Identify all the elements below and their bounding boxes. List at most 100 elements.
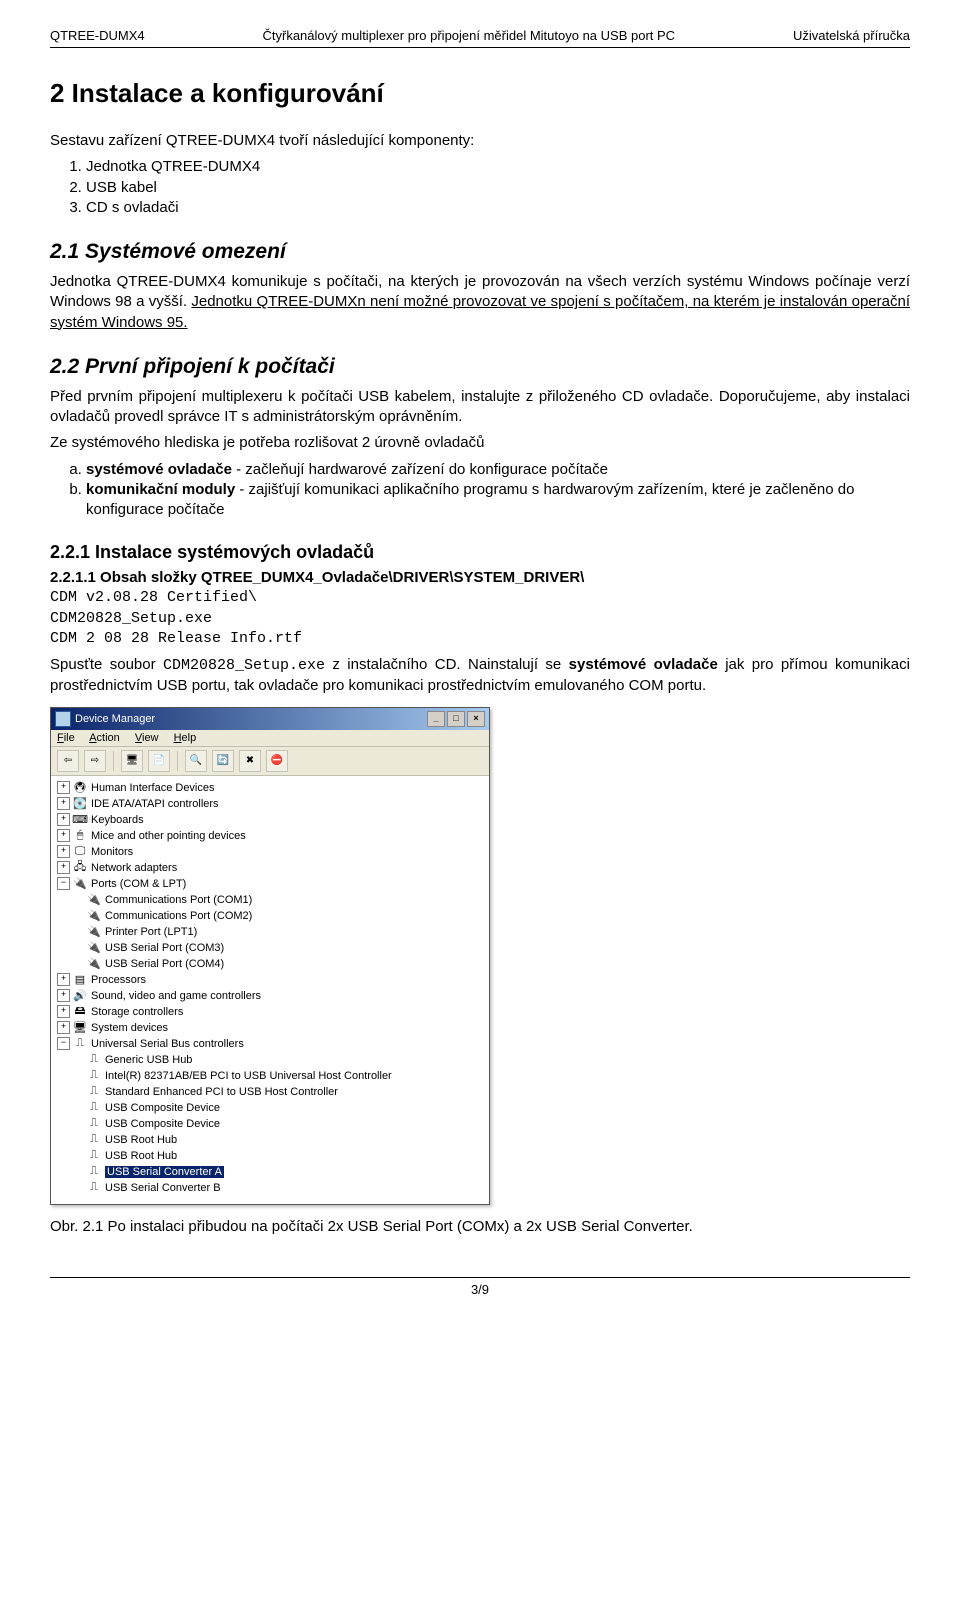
folder-line-3: CDM 2 08 28 Release Info.rtf	[50, 629, 910, 649]
toolbar-sep	[177, 751, 178, 771]
page-number: 3/9	[50, 1282, 910, 1297]
component-item-2: USB kabel	[86, 178, 910, 198]
driver-level-list: systémové ovladače - začleňují hardwarov…	[86, 460, 910, 521]
disable-icon[interactable]: ⛔	[266, 750, 288, 772]
section-2-title: 2 Instalace a konfigurování	[50, 78, 910, 109]
tree-item-usb-com3[interactable]: 🔌USB Serial Port (COM3)	[57, 940, 483, 956]
port-icon: 🔌	[87, 941, 101, 955]
tree-item-usb-controllers[interactable]: −⎍Universal Serial Bus controllers	[57, 1036, 483, 1052]
header-rule	[50, 47, 910, 48]
tree-item-system[interactable]: +🖥System devices	[57, 1020, 483, 1036]
driver-level-b: komunikační moduly - zajišťují komunikac…	[86, 480, 910, 521]
mouse-icon: 🖱	[73, 829, 87, 843]
usb-device-icon: ⎍	[87, 1181, 101, 1195]
folder-line-2: CDM20828_Setup.exe	[50, 609, 910, 629]
keyboard-icon: ⌨	[73, 813, 87, 827]
usb-device-icon: ⎍	[87, 1085, 101, 1099]
properties-icon[interactable]: 📄	[148, 750, 170, 772]
folder-listing: CDM v2.08.28 Certified\ CDM20828_Setup.e…	[50, 588, 910, 649]
port-icon: 🔌	[87, 957, 101, 971]
tree-item-sound[interactable]: +🔊Sound, video and game controllers	[57, 988, 483, 1004]
tree-item-mice[interactable]: +🖱Mice and other pointing devices	[57, 828, 483, 844]
driver-a-bold: systémové ovladače	[86, 461, 232, 478]
port-icon: 🔌	[87, 893, 101, 907]
usb-device-icon: ⎍	[87, 1101, 101, 1115]
tree-item-converter-b[interactable]: ⎍USB Serial Converter B	[57, 1180, 483, 1196]
dm-app-icon	[55, 711, 71, 727]
tree-item-std-host[interactable]: ⎍Standard Enhanced PCI to USB Host Contr…	[57, 1084, 483, 1100]
section-2-intro: Sestavu zařízení QTREE-DUMX4 tvoří násle…	[50, 131, 910, 151]
cpu-icon: ▤	[73, 973, 87, 987]
driver-level-a: systémové ovladače - začleňují hardwarov…	[86, 460, 910, 480]
tree-item-usb-com4[interactable]: 🔌USB Serial Port (COM4)	[57, 956, 483, 972]
back-button[interactable]: ⇦	[57, 750, 79, 772]
section-2-2-1-1-title: 2.2.1.1 Obsah složky QTREE_DUMX4_Ovladač…	[50, 569, 910, 586]
tree-item-root-hub-2[interactable]: ⎍USB Root Hub	[57, 1148, 483, 1164]
tree-item-generic-hub[interactable]: ⎍Generic USB Hub	[57, 1052, 483, 1068]
dm-title: Device Manager	[75, 713, 155, 725]
tree-item-composite-2[interactable]: ⎍USB Composite Device	[57, 1116, 483, 1132]
section-2-2-1-title: 2.2.1 Instalace systémových ovladačů	[50, 542, 910, 563]
tree-item-root-hub-1[interactable]: ⎍USB Root Hub	[57, 1132, 483, 1148]
forward-button[interactable]: ⇨	[84, 750, 106, 772]
tree-item-processors[interactable]: +▤Processors	[57, 972, 483, 988]
tree-item-keyboards[interactable]: +⌨Keyboards	[57, 812, 483, 828]
tree-item-hid[interactable]: +🖲Human Interface Devices	[57, 780, 483, 796]
system-icon: 🖥	[73, 1021, 87, 1035]
device-manager-window: Device Manager _ □ × File Action View He…	[50, 707, 490, 1205]
tree-item-com1[interactable]: 🔌Communications Port (COM1)	[57, 892, 483, 908]
tree-item-intel-host[interactable]: ⎍Intel(R) 82371AB/EB PCI to USB Universa…	[57, 1068, 483, 1084]
show-icon[interactable]: 🖥	[121, 750, 143, 772]
header-right: Uživatelská příručka	[793, 28, 910, 43]
menu-action[interactable]: Action	[89, 732, 120, 744]
dm-toolbar: ⇦ ⇨ 🖥 📄 🔍 🔄 ✖ ⛔	[51, 747, 489, 776]
minimize-button[interactable]: _	[427, 711, 445, 727]
network-icon: 🖧	[73, 861, 87, 875]
toolbar-sep	[113, 751, 114, 771]
maximize-button[interactable]: □	[447, 711, 465, 727]
storage-icon: 🖴	[73, 1005, 87, 1019]
figure-2-1-caption: Obr. 2.1 Po instalaci přibudou na počíta…	[50, 1217, 910, 1237]
port-icon: 🔌	[87, 909, 101, 923]
tree-item-ide[interactable]: +💽IDE ATA/ATAPI controllers	[57, 796, 483, 812]
scan-icon[interactable]: 🔍	[185, 750, 207, 772]
menu-view[interactable]: View	[135, 732, 159, 744]
tree-item-ports[interactable]: −🔌Ports (COM & LPT)	[57, 876, 483, 892]
install-instructions: Spusťte soubor CDM20828_Setup.exe z inst…	[50, 655, 910, 697]
usb-device-icon: ⎍	[87, 1149, 101, 1163]
inst-a: Spusťte soubor	[50, 656, 163, 673]
header-center: Čtyřkanálový multiplexer pro připojení m…	[145, 28, 793, 43]
driver-a-rest: - začleňují hardwarové zařízení do konfi…	[232, 461, 608, 478]
tree-item-storage[interactable]: +🖴Storage controllers	[57, 1004, 483, 1020]
tree-item-lpt1[interactable]: 🔌Printer Port (LPT1)	[57, 924, 483, 940]
tree-item-composite-1[interactable]: ⎍USB Composite Device	[57, 1100, 483, 1116]
tree-item-network[interactable]: +🖧Network adapters	[57, 860, 483, 876]
component-item-3: CD s ovladači	[86, 198, 910, 218]
menu-help[interactable]: Help	[174, 732, 197, 744]
usb-device-icon: ⎍	[87, 1133, 101, 1147]
update-icon[interactable]: 🔄	[212, 750, 234, 772]
tree-item-monitors[interactable]: +🖵Monitors	[57, 844, 483, 860]
page-header: QTREE-DUMX4 Čtyřkanálový multiplexer pro…	[50, 28, 910, 43]
driver-b-bold: komunikační moduly	[86, 481, 235, 498]
tree-item-com2[interactable]: 🔌Communications Port (COM2)	[57, 908, 483, 924]
section-2-2-title: 2.2 První připojení k počítači	[50, 355, 910, 379]
s22-p1: Před prvním připojení multiplexeru k poč…	[50, 387, 910, 428]
component-list: Jednotka QTREE-DUMX4 USB kabel CD s ovla…	[86, 157, 910, 218]
dm-titlebar[interactable]: Device Manager _ □ ×	[51, 708, 489, 730]
usb-device-icon: ⎍	[87, 1165, 101, 1179]
s22-p2: Ze systémového hlediska je potřeba rozli…	[50, 433, 910, 453]
ide-icon: 💽	[73, 797, 87, 811]
tree-item-converter-a[interactable]: ⎍USB Serial Converter A	[57, 1164, 483, 1180]
usb-device-icon: ⎍	[87, 1069, 101, 1083]
usb-device-icon: ⎍	[87, 1053, 101, 1067]
uninstall-icon[interactable]: ✖	[239, 750, 261, 772]
usb-device-icon: ⎍	[87, 1117, 101, 1131]
inst-bold: systémové ovladače	[569, 656, 718, 673]
folder-line-1: CDM v2.08.28 Certified\	[50, 588, 910, 608]
menu-file[interactable]: File	[57, 732, 75, 744]
device-tree[interactable]: +🖲Human Interface Devices +💽IDE ATA/ATAP…	[51, 776, 489, 1204]
footer-rule	[50, 1277, 910, 1278]
close-button[interactable]: ×	[467, 711, 485, 727]
dm-menubar: File Action View Help	[51, 730, 489, 747]
